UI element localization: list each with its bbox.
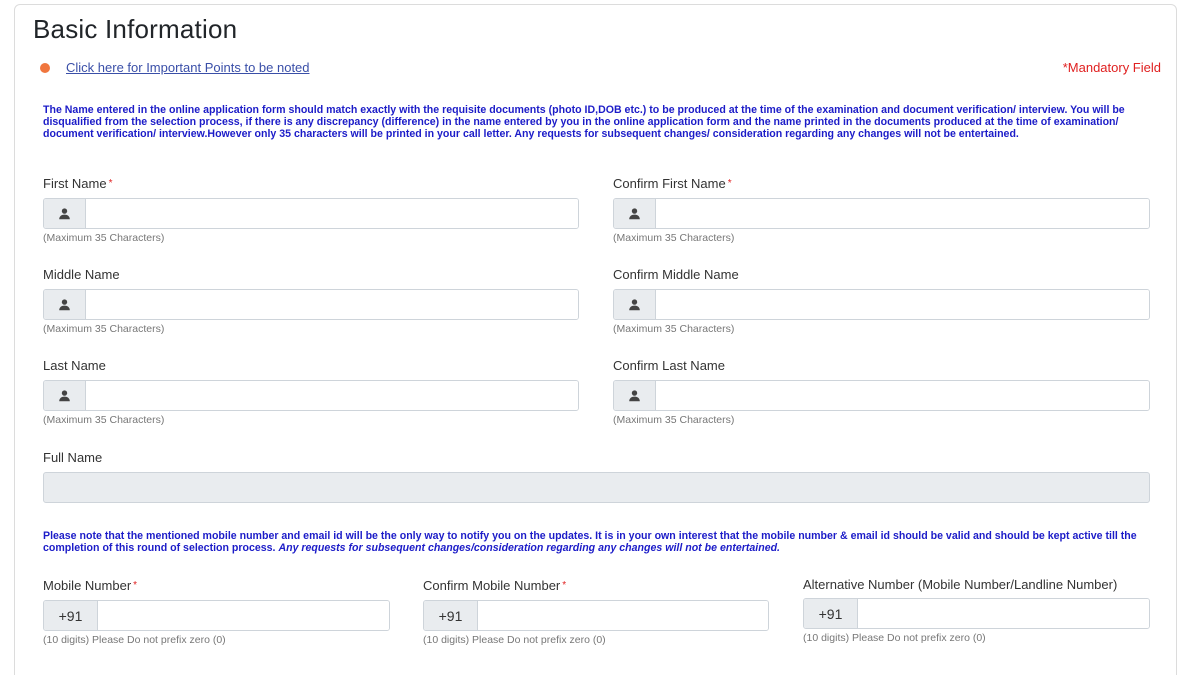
- middle-name-input[interactable]: [86, 290, 578, 319]
- last-name-group: Last Name (Maximum 35 Characters): [43, 358, 579, 426]
- first-name-hint: (Maximum 35 Characters): [43, 232, 165, 244]
- confirm-middle-name-input-group: [613, 289, 1150, 320]
- confirm-middle-name-input[interactable]: [656, 290, 1149, 319]
- confirm-mobile-number-input[interactable]: [478, 601, 768, 630]
- mobile-number-label: Mobile Number *: [43, 578, 138, 593]
- required-marker: *: [562, 580, 567, 591]
- user-icon: [44, 199, 86, 228]
- first-name-group: First Name * (Maximum 35 Characters): [43, 176, 579, 244]
- dot-icon: [40, 62, 50, 73]
- confirm-mobile-number-label: Confirm Mobile Number *: [423, 578, 567, 593]
- mobile-number-hint: (10 digits) Please Do not prefix zero (0…: [43, 634, 226, 646]
- confirm-middle-name-label: Confirm Middle Name: [613, 267, 739, 282]
- contact-notice: Please note that the mentioned mobile nu…: [43, 530, 1137, 554]
- last-name-input-group: [43, 380, 579, 411]
- user-icon: [44, 381, 86, 410]
- confirm-last-name-hint: (Maximum 35 Characters): [613, 414, 735, 426]
- alternative-number-group: Alternative Number (Mobile Number/Landli…: [803, 578, 1150, 644]
- required-marker: *: [133, 580, 138, 591]
- required-marker: *: [108, 178, 113, 189]
- confirm-mobile-number-hint: (10 digits) Please Do not prefix zero (0…: [423, 634, 606, 646]
- confirm-first-name-input[interactable]: [656, 199, 1149, 228]
- confirm-first-name-hint: (Maximum 35 Characters): [613, 232, 735, 244]
- confirm-middle-name-group: Confirm Middle Name (Maximum 35 Characte…: [613, 267, 1150, 335]
- confirm-first-name-group: Confirm First Name * (Maximum 35 Characte…: [613, 176, 1150, 244]
- middle-name-hint: (Maximum 35 Characters): [43, 323, 165, 335]
- confirm-last-name-label: Confirm Last Name: [613, 358, 725, 373]
- confirm-middle-name-hint: (Maximum 35 Characters): [613, 323, 735, 335]
- user-icon: [614, 381, 656, 410]
- important-points-link[interactable]: Click here for Important Points to be no…: [66, 60, 310, 75]
- confirm-mobile-number-group: Confirm Mobile Number * +91 (10 digits) P…: [423, 578, 769, 646]
- alternative-number-input-group: +91: [803, 598, 1150, 629]
- middle-name-group: Middle Name (Maximum 35 Characters): [43, 267, 579, 335]
- last-name-label: Last Name: [43, 358, 106, 373]
- user-icon: [44, 290, 86, 319]
- confirm-last-name-input[interactable]: [656, 381, 1149, 410]
- full-name-input: [43, 472, 1150, 503]
- confirm-mobile-number-input-group: +91: [423, 600, 769, 631]
- last-name-hint: (Maximum 35 Characters): [43, 414, 165, 426]
- alternative-number-hint: (10 digits) Please Do not prefix zero (0…: [803, 632, 986, 644]
- alternative-number-input[interactable]: [858, 599, 1149, 628]
- contact-notice-emphasis: Any requests for subsequent changes/cons…: [278, 542, 780, 554]
- full-name-group: Full Name: [43, 450, 1150, 503]
- user-icon: [614, 199, 656, 228]
- confirm-last-name-group: Confirm Last Name (Maximum 35 Characters…: [613, 358, 1150, 426]
- alternative-number-label: Alternative Number (Mobile Number/Landli…: [803, 577, 1118, 592]
- confirm-first-name-input-group: [613, 198, 1150, 229]
- page-title: Basic Information: [33, 14, 238, 44]
- middle-name-input-group: [43, 289, 579, 320]
- middle-name-label: Middle Name: [43, 267, 120, 282]
- full-name-label: Full Name: [43, 450, 103, 465]
- country-code-addon: +91: [44, 601, 98, 630]
- first-name-input[interactable]: [86, 199, 578, 228]
- confirm-first-name-label: Confirm First Name *: [613, 176, 732, 191]
- mobile-number-group: Mobile Number * +91 (10 digits) Please Do…: [43, 578, 390, 646]
- country-code-addon: +91: [424, 601, 478, 630]
- name-notice: The Name entered in the online applicati…: [43, 104, 1125, 140]
- country-code-addon: +91: [804, 599, 858, 628]
- confirm-last-name-input-group: [613, 380, 1150, 411]
- user-icon: [614, 290, 656, 319]
- last-name-input[interactable]: [86, 381, 578, 410]
- mobile-number-input-group: +91: [43, 600, 390, 631]
- first-name-input-group: [43, 198, 579, 229]
- required-marker: *: [727, 178, 732, 189]
- first-name-label: First Name *: [43, 176, 113, 191]
- mandatory-field-note: *Mandatory Field: [1062, 60, 1161, 75]
- important-points-row: Click here for Important Points to be no…: [40, 60, 310, 75]
- mobile-number-input[interactable]: [98, 601, 389, 630]
